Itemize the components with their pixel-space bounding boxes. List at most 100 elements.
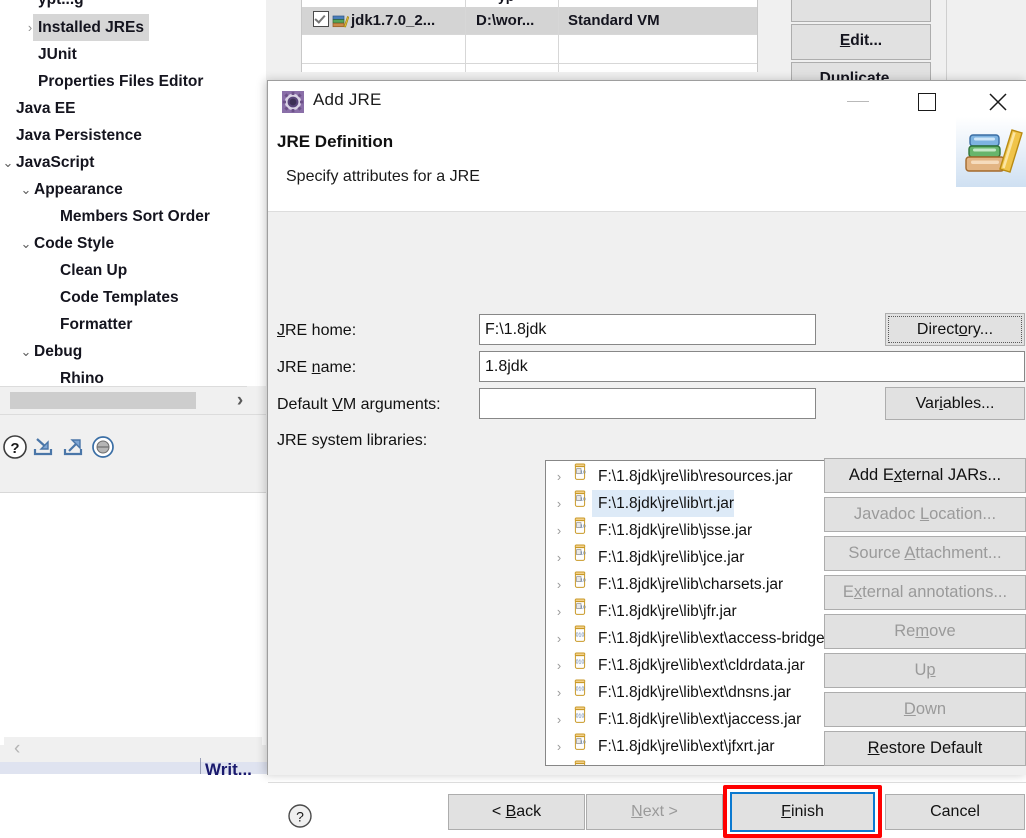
- maximize-icon[interactable]: [905, 81, 951, 121]
- expand-arrow-icon[interactable]: ›: [546, 733, 572, 760]
- expand-arrow-icon[interactable]: ›: [546, 679, 572, 706]
- table-row[interactable]: jdk1.7.0_2... D:\wor... Standard VM: [302, 7, 757, 34]
- expand-arrow-icon[interactable]: ›: [546, 760, 572, 765]
- footer-divider: [268, 782, 1026, 783]
- sidebar-item-label: Installed JREs: [33, 14, 149, 41]
- dialog-title: Add JRE: [313, 90, 382, 109]
- tree-expander-icon[interactable]: ⌄: [18, 338, 34, 365]
- jre-home-label: JRE home:: [277, 322, 357, 339]
- tree-expander-icon[interactable]: ⌄: [18, 230, 34, 257]
- vm-arguments-input[interactable]: [479, 388, 816, 419]
- jar-file-icon: 10: [572, 598, 592, 625]
- sidebar-item-formatter[interactable]: Formatter: [0, 311, 132, 338]
- dialog-header: JRE Definition Specify attributes for a …: [268, 117, 1026, 211]
- button-label: Javadoc Location...: [853, 505, 997, 523]
- preferences-tree[interactable]: ypt...g›Installed JREs JUnit Properties Fi…: [0, 0, 266, 386]
- library-path-label: F:\1.8jdk\jre\lib\rt.jar: [592, 490, 735, 517]
- tree-expander-icon[interactable]: ⌄: [0, 149, 16, 176]
- restore-default-button[interactable]: Restore Default: [824, 731, 1026, 766]
- library-path-label: F:\1.8jdk\jre\lib\jsse.jar: [598, 522, 753, 539]
- sidebar-item-ypt-g[interactable]: ypt...g: [0, 0, 84, 13]
- jre-name-input[interactable]: [479, 351, 1025, 382]
- directory-button[interactable]: Directory...: [885, 313, 1025, 346]
- sidebar-item-label: Formatter: [60, 316, 133, 333]
- sidebar-item-label: JUnit: [38, 46, 77, 63]
- sidebar-item-rhino[interactable]: Rhino: [0, 365, 104, 386]
- svg-text:10: 10: [580, 550, 586, 556]
- jre-home-input[interactable]: [479, 314, 816, 345]
- button-label: Up: [914, 661, 936, 679]
- svg-text:010: 010: [576, 687, 585, 693]
- tree-scroll-right-icon[interactable]: ›: [216, 388, 264, 413]
- help-icon[interactable]: ?: [287, 803, 313, 829]
- directory-button-label: Directory...: [916, 321, 994, 338]
- library-path-label: F:\1.8jdk\jre\lib\jfr.jar: [598, 603, 737, 620]
- status-bar-separator: [200, 758, 201, 774]
- svg-text:010: 010: [576, 633, 585, 639]
- sidebar-item-junit[interactable]: JUnit: [0, 41, 77, 68]
- tree-expander-icon[interactable]: ⌄: [18, 176, 34, 203]
- cancel-button-label: Cancel: [930, 803, 980, 820]
- sidebar-item-java-persistence[interactable]: Java Persistence: [0, 122, 142, 149]
- sidebar-item-label: Java Persistence: [16, 127, 142, 144]
- row-divider: [302, 34, 757, 35]
- expand-arrow-icon[interactable]: ›: [546, 652, 572, 679]
- jre-row-name-cell[interactable]: jdk1.7.0_2...: [313, 7, 435, 34]
- sidebar-item-debug[interactable]: ⌄ Debug: [0, 338, 83, 365]
- close-icon[interactable]: [976, 81, 1022, 121]
- scroll-left-icon[interactable]: ‹: [14, 738, 20, 760]
- sidebar-item-appearance[interactable]: ⌄ Appearance: [0, 176, 123, 203]
- jar-file-icon: 010: [572, 706, 592, 733]
- tree-horizontal-scrollbar[interactable]: [0, 386, 247, 415]
- import-icon[interactable]: [28, 432, 58, 462]
- edit-jre-button[interactable]: Edit...: [791, 24, 931, 60]
- sidebar-item-installed-jres[interactable]: › Installed JREs: [0, 14, 149, 41]
- export-icon[interactable]: [58, 432, 88, 462]
- dialog-titlebar[interactable]: Add JRE: [268, 81, 1026, 121]
- jre-checkbox[interactable]: [313, 11, 329, 27]
- minimize-icon[interactable]: [836, 81, 882, 121]
- sidebar-item-clean-up[interactable]: Clean Up: [0, 257, 127, 284]
- back-button-label: < Back: [491, 803, 542, 820]
- help-icon[interactable]: ?: [0, 432, 30, 462]
- cancel-button[interactable]: Cancel: [885, 794, 1025, 830]
- expand-arrow-icon[interactable]: ›: [546, 625, 572, 652]
- remove-button: Remove: [824, 614, 1026, 649]
- sidebar-item-javascript[interactable]: ⌄ JavaScript: [0, 149, 95, 176]
- expand-arrow-icon[interactable]: ›: [546, 463, 572, 490]
- library-path-label: F:\1.8jdk\jre\lib\charsets.jar: [598, 576, 784, 593]
- dialog-bottom-edge: [268, 773, 1026, 775]
- up-button: Up: [824, 653, 1026, 688]
- svg-text:10: 10: [580, 604, 586, 610]
- page-title: JRE Definition: [277, 132, 394, 151]
- expand-arrow-icon[interactable]: ›: [546, 517, 572, 544]
- sidebar-item-properties-files-editor[interactable]: Properties Files Editor: [0, 68, 203, 95]
- jar-file-icon: 10: [572, 544, 592, 571]
- sidebar-item-members-sort-order[interactable]: Members Sort Order: [0, 203, 210, 230]
- sidebar-item-label: JavaScript: [16, 154, 95, 171]
- vm-arguments-label: Default VM arguments:: [277, 396, 441, 413]
- status-bar-text: Writ...: [205, 760, 252, 779]
- add-jre-button[interactable]: [791, 0, 931, 22]
- sidebar-item-code-templates[interactable]: Code Templates: [0, 284, 179, 311]
- expand-arrow-icon[interactable]: ›: [546, 598, 572, 625]
- sidebar-item-code-style[interactable]: ⌄ Code Style: [0, 230, 115, 257]
- expand-arrow-icon[interactable]: ›: [546, 490, 572, 517]
- sidebar-item-label: Clean Up: [60, 262, 128, 279]
- installed-jres-table[interactable]: yp jdk1.7.0_2... D:\wor... Standard VM: [301, 0, 758, 72]
- back-button[interactable]: < Back: [448, 794, 585, 830]
- jre-books-icon: [332, 10, 351, 37]
- library-path-label: F:\1.8jdk\jre\lib\resources.jar: [598, 468, 793, 485]
- variables-button[interactable]: Variables...: [885, 387, 1025, 420]
- expand-arrow-icon[interactable]: ›: [546, 706, 572, 733]
- button-label: Down: [903, 700, 947, 718]
- add-external-jars-button[interactable]: Add External JARs...: [824, 458, 1026, 493]
- button-label: Remove: [894, 622, 956, 640]
- restore-defaults-icon[interactable]: [88, 432, 118, 462]
- library-path-label: F:\1.8jdk\jre\lib\ext\jfxrt.jar: [598, 738, 775, 755]
- sidebar-item-java-ee[interactable]: Java EE: [0, 95, 75, 122]
- expand-arrow-icon[interactable]: ›: [546, 571, 572, 598]
- expand-arrow-icon[interactable]: ›: [546, 544, 572, 571]
- tree-scrollbar-thumb[interactable]: [10, 392, 196, 409]
- sidebar-item-label: Java EE: [16, 100, 76, 117]
